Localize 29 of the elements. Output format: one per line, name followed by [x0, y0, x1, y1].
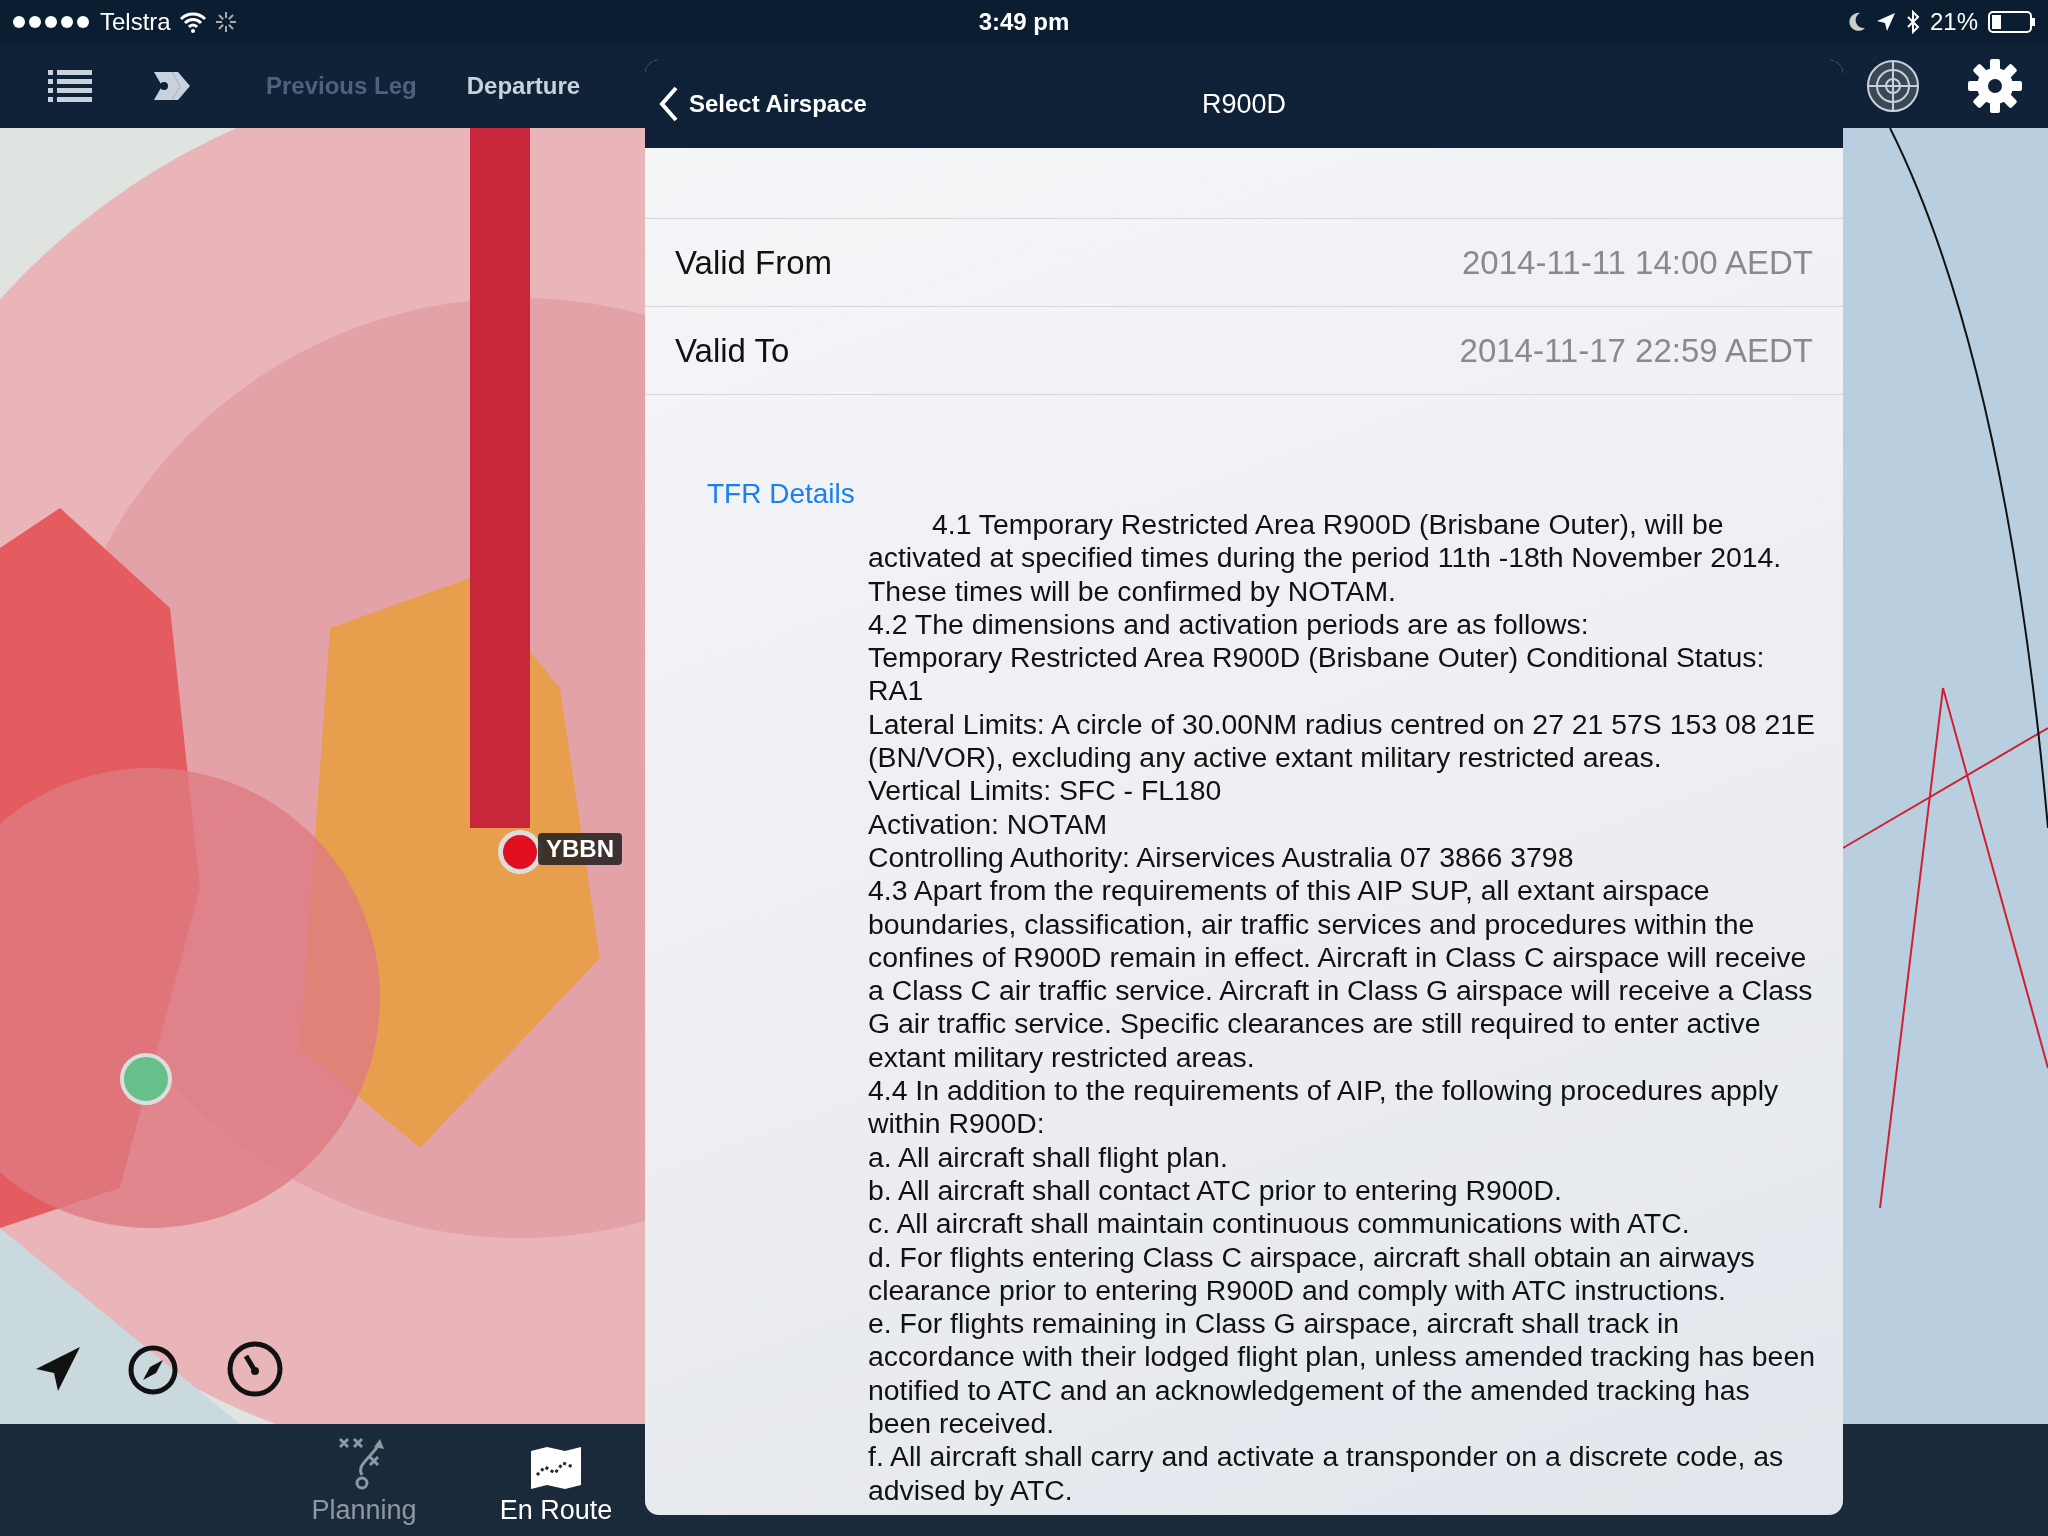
tab-button[interactable]: Planning: [298, 1424, 430, 1536]
battery-percent: 21%: [1929, 8, 1978, 36]
body-paragraph: d. For flights entering Class C airspace, aircraft shall obtain an airways clearance prior to entering R900D and comply with ATC instructions.: [868, 1240, 1756, 1308]
status-time: 3:49 pm: [978, 8, 1070, 36]
body-paragraph: e. For flights remaining in Class G airspace, aircraft shall track in accordance with their lodged flight plan, unless amended tracking has been notified to ATC and an acknowledgement of the amended tracking has been received.: [868, 1307, 1816, 1441]
panel-title: R900D: [1201, 88, 1286, 119]
tab-button[interactable]: En Route: [490, 1424, 622, 1536]
body-paragraph: b. All aircraft shall contact ATC prior to entering R900D.: [868, 1173, 1563, 1208]
body-paragraph: 4.1 Temporary Restricted Area R900D (Brisbane Outer), will be activated at specified times during the period 11th -18th November 2014. These times will be confirmed by NOTAM.: [868, 508, 1783, 608]
body-paragraph: Temporary Restricted Area R900D (Brisbane Outer) Conditional Status: RA1: [868, 641, 1766, 708]
body-paragraph: Controlling Authority: Airservices Australia 07 3866 3798: [868, 840, 1575, 875]
back-button[interactable]: Select Airspace: [645, 86, 881, 122]
body-paragraph: 4.4 In addition to the requirements of AIP, the following procedures apply within R900D:: [868, 1074, 1780, 1141]
details-link[interactable]: TFR Details: [707, 478, 855, 510]
body-paragraph: 4.3 Apart from the requirements of this AIP SUP, all extant airspace boundaries, classification, air traffic services and procedures within the confines of R900D remain in effect. Aircraft in Class C airspace will receive a Class C air traffic service. Aircraft in Class G airspace will receive a Class G air traffic service. Specific clearances are still required to enter active extant military restricted areas.: [868, 874, 1814, 1075]
field-value: 2014-11-11 14:00 AEDT: [1462, 243, 1813, 282]
field-value: 2014-11-17 22:59 AEDT: [1459, 331, 1813, 370]
body-paragraph: f. All aircraft shall carry and activate a transponder on a discrete code, as advised by ATC.: [868, 1440, 1785, 1507]
body-paragraph: c. All aircraft shall maintain continuous communications with ATC.: [868, 1207, 1691, 1241]
body-paragraph: 4.2 The dimensions and activation periods are as follows:: [868, 607, 1590, 642]
airport-label: YBBN: [538, 833, 622, 865]
nav-button[interactable]: Departure: [454, 66, 593, 106]
field-label: Valid To: [675, 331, 790, 370]
body-paragraph: a. All aircraft shall flight plan.: [868, 1140, 1229, 1174]
body-paragraph: Activation: NOTAM: [868, 807, 1109, 841]
body-paragraph: Vertical Limits: SFC - FL180: [868, 774, 1223, 808]
carrier-name: Telstra: [100, 8, 171, 36]
body-paragraph: Lateral Limits: A circle of 30.00NM radius centred on 27 21 57S 153 08 21E (BN/VOR), excluding any active extant military restricted areas.: [868, 707, 1816, 775]
field-label: Valid From: [675, 243, 833, 282]
